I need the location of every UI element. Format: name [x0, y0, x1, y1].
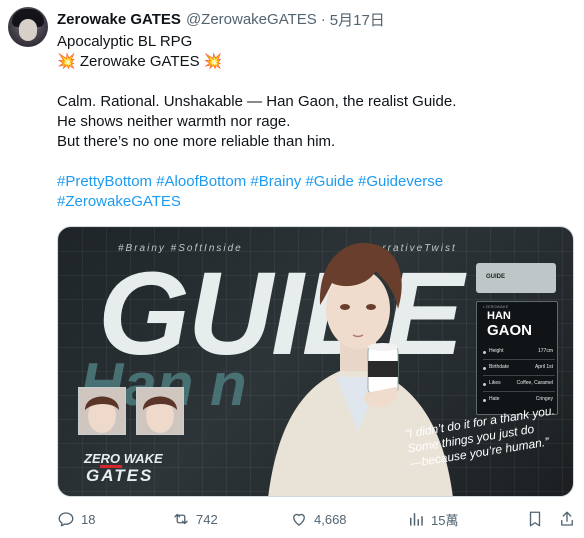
character-portrait-1: [78, 387, 126, 435]
profile-small-label: ▪ ZEROWAKE: [483, 304, 509, 309]
profile-row-height: Height 177cm: [483, 348, 555, 360]
profile-first-name: HAN: [487, 310, 511, 322]
retweet-icon: [174, 513, 188, 525]
zerowake-gates-logo: ZERO WAKE GATES: [83, 451, 163, 485]
tweet-text-line-4: Calm. Rational. Unshakable — Han Gaon, t…: [57, 93, 457, 110]
reply-button[interactable]: 18: [57, 509, 95, 529]
share-button[interactable]: [558, 509, 582, 529]
avatar-face: [19, 19, 37, 41]
tweet-header: Zerowake GATES @ZerowakeGATES · 5月17日: [57, 8, 385, 30]
views-button[interactable]: 15萬: [407, 509, 458, 529]
hashtags-line-1[interactable]: #PrettyBottom #AloofBottom #Brainy #Guid…: [57, 172, 443, 192]
svg-text:GATES: GATES: [86, 466, 153, 485]
tweet-media-image[interactable]: #Brainy #SoftInside #NarrativeTwist GUID…: [57, 226, 574, 497]
reply-icon: [58, 512, 74, 527]
bookmark-button[interactable]: [526, 509, 550, 529]
bookmark-icon: [529, 511, 541, 527]
tweet-text-line-2: 💥 Zerowake GATES 💥: [57, 53, 223, 70]
display-name[interactable]: Zerowake GATES: [57, 11, 181, 28]
views-icon: [410, 513, 423, 526]
svg-text:ZERO WAKE: ZERO WAKE: [83, 451, 163, 466]
profile-last-name: GAON: [487, 322, 532, 339]
reply-count: 18: [81, 511, 96, 527]
views-count: 15萬: [431, 512, 459, 528]
tweet-date[interactable]: 5月17日: [330, 9, 385, 30]
like-count: 4,668: [314, 511, 347, 527]
retweet-button[interactable]: 742: [172, 509, 218, 529]
profile-row-likes: Likes Coffee, Caramel: [483, 380, 555, 392]
avatar[interactable]: [8, 7, 48, 47]
profile-folder-tab: GUIDE: [476, 263, 556, 293]
tweet-text-line-5: He shows neither warmth nor rage.: [57, 113, 291, 130]
character-portrait-2: [136, 387, 184, 435]
tweet-text-line-1: Apocalyptic BL RPG: [57, 33, 193, 50]
tweet-text-line-6: But there’s no one more reliable than hi…: [57, 133, 336, 150]
profile-row-birthdate: Birthdate April 1st: [483, 364, 555, 376]
like-icon: [293, 513, 305, 526]
hashtags-line-2[interactable]: #ZerowakeGATES: [57, 192, 181, 212]
user-handle[interactable]: @ZerowakeGATES: [186, 11, 317, 28]
like-button[interactable]: 4,668: [290, 509, 347, 529]
profile-panel: ▪ ZEROWAKE HAN GAON Height 177cm Birthdat…: [476, 301, 558, 415]
separator-dot: ·: [320, 10, 326, 28]
retweet-count: 742: [196, 511, 218, 527]
profile-folder-label: GUIDE: [486, 274, 506, 280]
share-icon: [561, 511, 573, 526]
